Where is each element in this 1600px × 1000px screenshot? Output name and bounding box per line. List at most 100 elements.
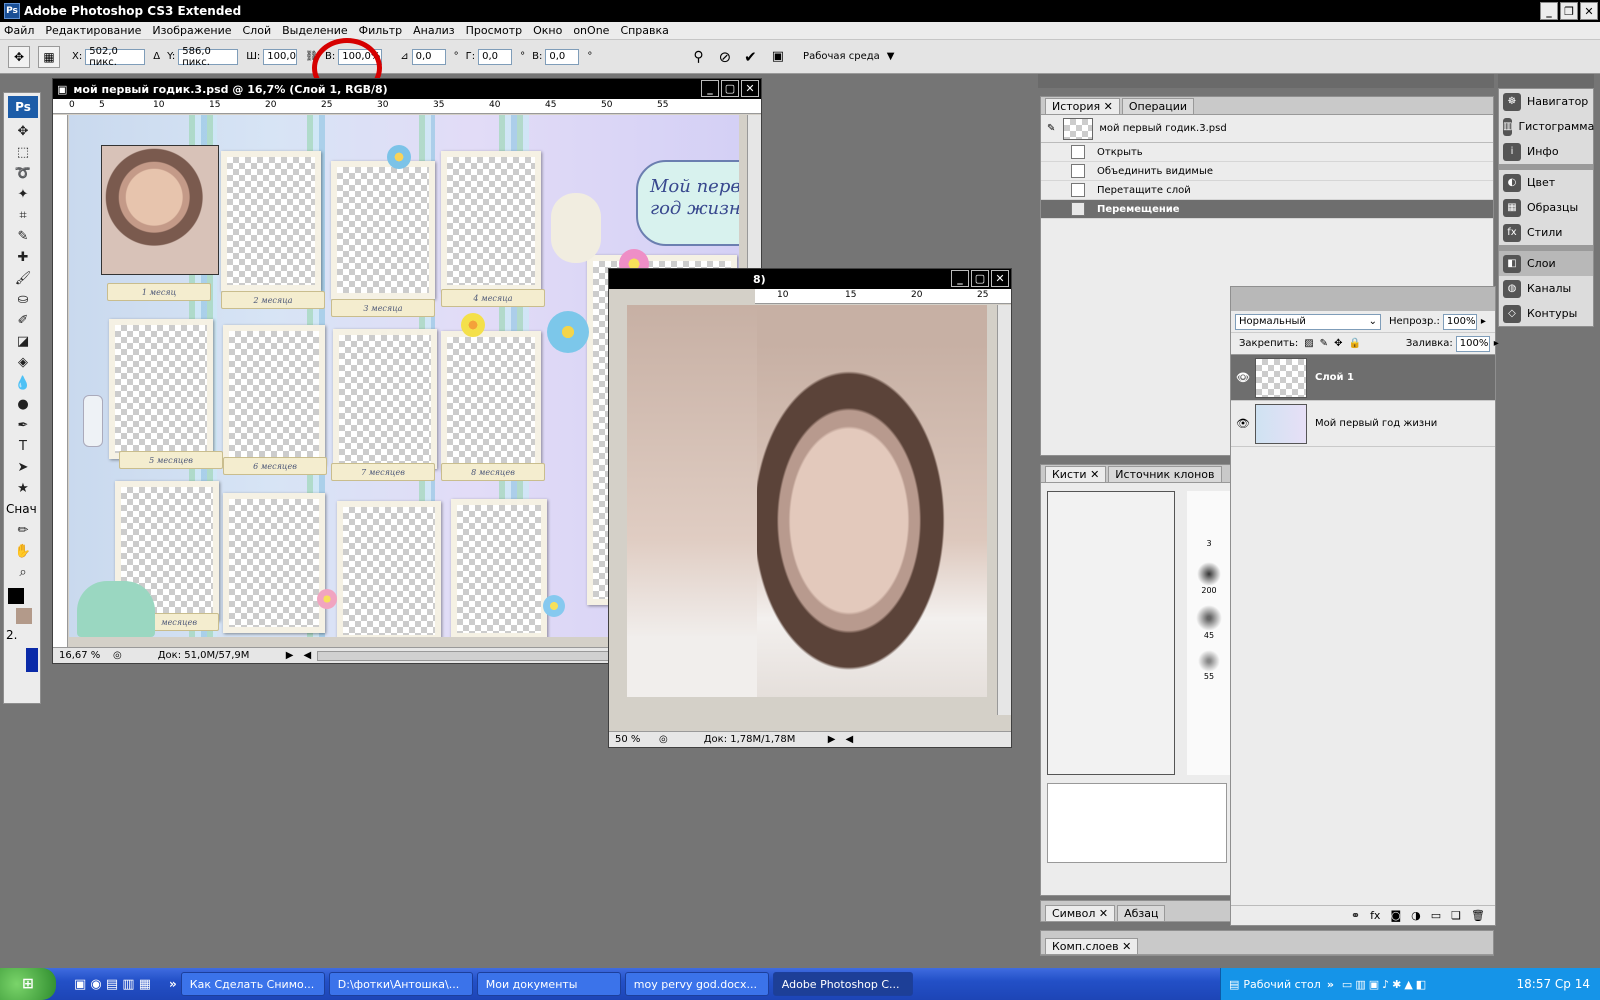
menu-onone[interactable]: onOne (573, 24, 609, 37)
tab-layer-comps[interactable]: Комп.слоев ✕ (1045, 938, 1139, 954)
taskbar-item[interactable]: D:\фотки\Антошка\... (328, 972, 473, 996)
menu-window[interactable]: Окно (533, 24, 562, 37)
doc1-zoom-value[interactable]: 16,67 % (59, 650, 105, 661)
background-color[interactable] (16, 608, 32, 624)
fill-slider-icon[interactable]: ▸ (1494, 338, 1499, 349)
doc2-status-arrow-icon[interactable]: ▶ (828, 734, 836, 745)
cancel-transform-icon[interactable]: ⊘ (719, 48, 732, 66)
opacity-input[interactable]: 100% (1442, 313, 1477, 330)
lock-position-icon[interactable]: ✥ (1334, 338, 1342, 349)
tab-character[interactable]: Символ ✕ (1045, 905, 1116, 921)
swatches-button[interactable]: ▦ Образцы (1499, 195, 1593, 220)
histogram-button[interactable]: ▥ Гистограмма (1499, 114, 1594, 139)
layers-panel-header[interactable] (1231, 287, 1495, 311)
channels-button[interactable]: ◍ Каналы (1499, 276, 1593, 301)
path-select-icon[interactable]: ➤ (8, 457, 38, 477)
menu-view[interactable]: Просмотр (466, 24, 522, 37)
doc2-title-bar[interactable]: 8) _ ▢ ✕ (609, 269, 1011, 289)
doc2-status-icon[interactable]: ◎ (659, 734, 668, 745)
lock-pixels-icon[interactable]: ✎ (1320, 338, 1328, 349)
bucket-icon[interactable]: ◈ (8, 352, 38, 372)
blend-mode-select[interactable]: Нормальный ⌄ (1235, 313, 1381, 330)
shape-icon[interactable]: ★ (8, 478, 38, 498)
reference-point-icon[interactable]: ▦ (38, 45, 60, 68)
menu-file[interactable]: Файл (4, 24, 34, 37)
tray-more-icon[interactable]: » (1327, 978, 1334, 991)
desktop-toolbar[interactable]: Рабочий стол (1243, 978, 1320, 991)
tab-clone-source[interactable]: Источник клонов (1108, 466, 1222, 482)
marquee-icon[interactable]: ⬚ (8, 142, 38, 162)
magic-wand-icon[interactable]: ✦ (8, 184, 38, 204)
opacity-slider-icon[interactable]: ▸ (1481, 316, 1486, 327)
eyedropper-icon[interactable]: ✏ (8, 520, 38, 540)
doc2-maximize-button[interactable]: ▢ (971, 270, 989, 287)
trash-icon[interactable]: 🗑 (1471, 909, 1485, 922)
new-group-icon[interactable]: ▭ (1431, 909, 1441, 922)
quicklaunch-icons[interactable]: ▣ ◉ ▤ ▥ ▦ (74, 977, 151, 992)
crop-icon[interactable]: ⌗ (8, 205, 38, 225)
paths-button[interactable]: ◇ Контуры (1499, 301, 1593, 326)
move-tool-icon[interactable]: ✥ (8, 45, 30, 68)
doc1-status-arrow-icon[interactable]: ▶ (286, 650, 294, 661)
styles-button[interactable]: fx Стили (1499, 220, 1593, 245)
taskbar-item[interactable]: Мои документы (476, 972, 621, 996)
pen-icon[interactable]: ✒ (8, 415, 38, 435)
eye-icon[interactable]: 👁 (1231, 371, 1255, 384)
doc2-scroll-left-icon[interactable]: ◀ (845, 734, 853, 745)
quicklaunch-more-icon[interactable]: » (169, 977, 177, 991)
doc2-close-button[interactable]: ✕ (991, 270, 1009, 287)
menu-filter[interactable]: Фильтр (359, 24, 403, 37)
history-brush-icon[interactable]: ✐ (8, 310, 38, 330)
hand-icon[interactable]: ✋ (8, 541, 38, 561)
layer-row-selected[interactable]: 👁 Слой 1 (1231, 355, 1495, 401)
start-button[interactable]: ⊞ (0, 968, 56, 1000)
doc1-title-bar[interactable]: ▣ мой первый годик.3.psd @ 16,7% (Слой 1… (53, 79, 761, 99)
doc1-scroll-left-icon[interactable]: ◀ (303, 650, 311, 661)
doc1-maximize-button[interactable]: ▢ (721, 80, 739, 97)
history-step[interactable]: Перетащите слой (1041, 181, 1493, 200)
angle-input[interactable]: 0,0 (411, 48, 446, 65)
close-button[interactable]: ✕ (1580, 2, 1598, 20)
tab-actions[interactable]: Операции (1121, 98, 1195, 114)
restore-button[interactable]: ❐ (1560, 2, 1578, 20)
tray-icons[interactable]: ▭▥▣♪✱▲◧ (1342, 978, 1429, 991)
icon-dock-header[interactable] (1498, 74, 1594, 88)
info-button[interactable]: i Инфо (1499, 139, 1593, 164)
hskew-input[interactable]: 0,0 (478, 48, 513, 65)
y-input[interactable]: 586,0 пикс. (178, 46, 239, 68)
taskbar-item-active[interactable]: Adobe Photoshop C... (772, 972, 913, 996)
eye-icon[interactable]: 👁 (1231, 417, 1255, 430)
history-snapshot[interactable]: ✎ мой первый годик.3.psd (1041, 115, 1493, 143)
chevron-down-icon[interactable]: ▼ (887, 51, 895, 62)
tab-history[interactable]: История ✕ (1045, 98, 1120, 114)
screen-mode-icon[interactable] (26, 648, 38, 672)
zoom-icon[interactable]: ⌕ (8, 562, 38, 582)
foreground-color[interactable] (8, 588, 24, 604)
tab-paragraph[interactable]: Абзац (1117, 905, 1166, 921)
fill-input[interactable]: 100% (1455, 335, 1490, 352)
layer-row[interactable]: 👁 Мой первый год жизни (1231, 401, 1495, 447)
width-input[interactable]: 100,0 (263, 48, 298, 65)
doc2-minimize-button[interactable]: _ (951, 270, 969, 287)
menu-analysis[interactable]: Анализ (413, 24, 455, 37)
move-icon[interactable]: ✥ (8, 121, 38, 141)
minimize-button[interactable]: _ (1540, 2, 1558, 20)
lock-all-icon[interactable]: 🔒 (1348, 338, 1360, 349)
x-input[interactable]: 502,0 пикс. (85, 46, 146, 68)
taskbar-item[interactable]: moy pervy god.docx... (624, 972, 769, 996)
brush-presets-list[interactable] (1047, 491, 1175, 775)
taskbar-item[interactable]: Как Сделать Снимо... (180, 972, 325, 996)
menu-select[interactable]: Выделение (282, 24, 348, 37)
workspace-dropdown[interactable]: Рабочая среда (803, 51, 880, 62)
adjustment-layer-icon[interactable]: ◑ (1411, 909, 1421, 922)
baby-photo-canvas-left[interactable] (627, 305, 757, 697)
navigator-button[interactable]: ☸ Навигатор (1499, 89, 1593, 114)
tab-brushes[interactable]: Кисти ✕ (1045, 466, 1107, 482)
document-window-2[interactable]: 8) _ ▢ ✕ 10 15 20 25 50 % ◎ Док: 1,78M/1… (608, 268, 1012, 748)
layer-style-icon[interactable]: fx (1370, 909, 1380, 922)
type-icon[interactable]: T (8, 436, 38, 456)
lasso-icon[interactable]: ➰ (8, 163, 38, 183)
eraser-icon[interactable]: ◪ (8, 331, 38, 351)
menu-edit[interactable]: Редактирование (45, 24, 141, 37)
warp-icon[interactable]: ⚲ (693, 49, 703, 65)
